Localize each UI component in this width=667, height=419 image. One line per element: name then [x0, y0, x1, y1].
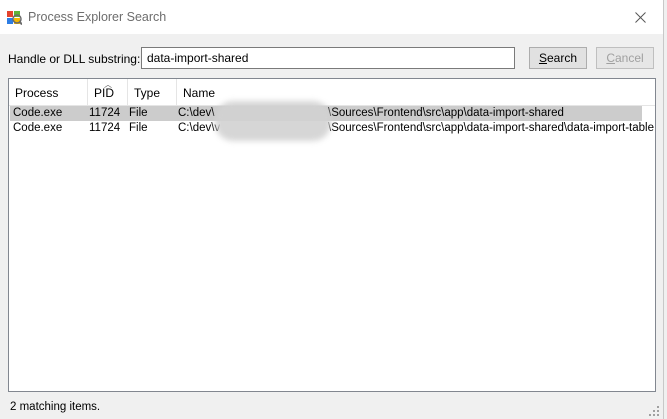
substring-label: Handle or DLL substring: — [8, 52, 141, 66]
cancel-hotkey: C — [606, 51, 615, 65]
search-hotkey: S — [538, 51, 547, 65]
status-bar: 2 matching items. — [0, 398, 663, 419]
cell-pid: 11724 — [89, 122, 121, 134]
process-explorer-icon — [7, 11, 22, 25]
close-button[interactable] — [617, 0, 663, 34]
cell-pid: 11724 — [89, 107, 121, 119]
title-bar[interactable]: Process Explorer Search — [0, 0, 663, 34]
cancel-button-label: ancel — [614, 51, 644, 65]
status-text: 2 matching items. — [10, 401, 101, 413]
column-header-pid[interactable]: ︿ PID — [88, 79, 128, 105]
cell-name-suffix: \Sources\Frontend\src\app\data-import-sh… — [328, 107, 564, 119]
cell-name-prefix: C:\dev\ — [178, 107, 215, 119]
column-header-process[interactable]: Process — [9, 79, 88, 105]
search-button[interactable]: Search — [529, 47, 587, 69]
sort-ascending-icon: ︿ — [104, 80, 112, 89]
search-button-label: earch — [546, 51, 578, 65]
substring-input[interactable] — [141, 47, 515, 69]
cell-name-prefix: C:\dev\v — [178, 122, 221, 134]
cell-name-suffix: \Sources\Frontend\src\app\data-import-sh… — [328, 122, 654, 134]
column-header-type[interactable]: Type — [128, 79, 177, 105]
window-title: Process Explorer Search — [28, 10, 167, 24]
redacted-path-smudge — [215, 101, 331, 141]
search-window: Process Explorer Search Handle or DLL su… — [0, 0, 664, 419]
results-list[interactable]: Process ︿ PID Type Name Code.exe 11724 F… — [8, 78, 656, 392]
cell-type: File — [129, 122, 148, 134]
cancel-button[interactable]: Cancel — [596, 47, 654, 69]
cell-type: File — [129, 107, 148, 119]
resize-grip-icon[interactable] — [649, 406, 659, 416]
cell-process: Code.exe — [13, 122, 63, 134]
close-icon — [634, 11, 646, 23]
cell-process: Code.exe — [13, 107, 63, 119]
list-header: Process ︿ PID Type Name — [9, 79, 655, 106]
